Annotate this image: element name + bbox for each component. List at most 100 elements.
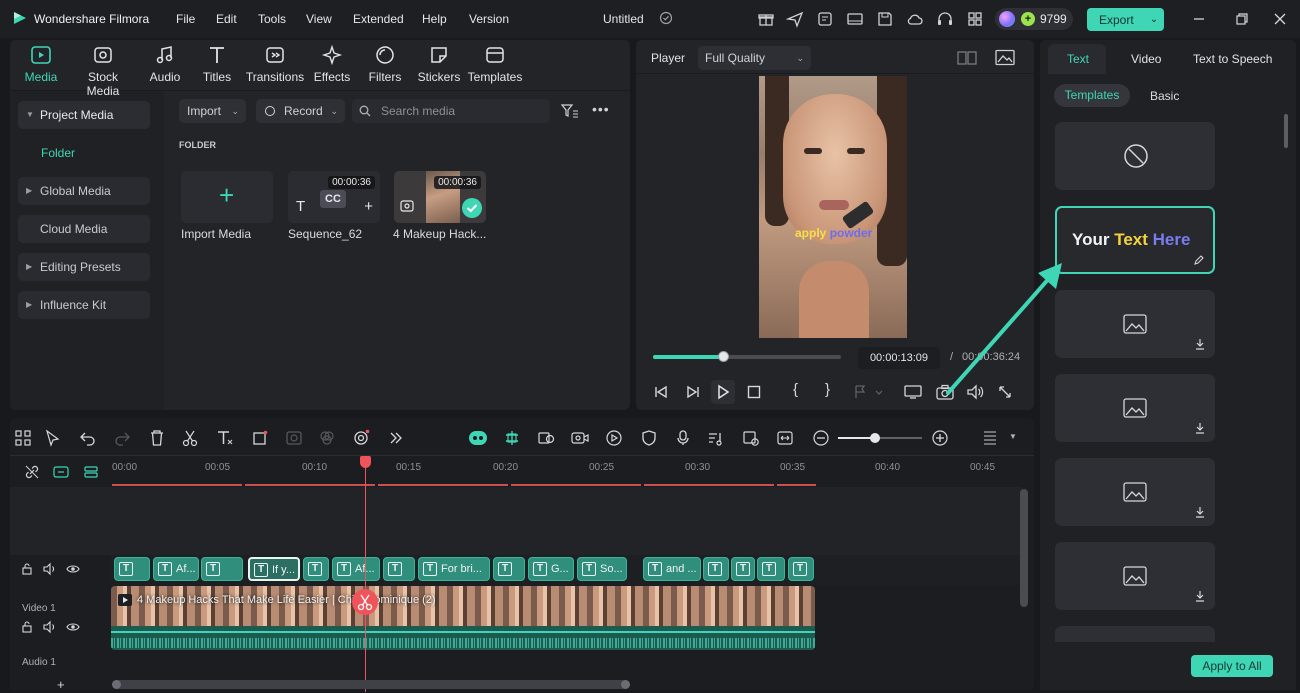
volume-icon[interactable] xyxy=(43,562,57,576)
crop-icon[interactable] xyxy=(251,429,269,447)
menu-file[interactable]: File xyxy=(176,12,195,26)
menu-extended[interactable]: Extended xyxy=(353,12,404,26)
title-clip[interactable]: T Af... xyxy=(153,557,199,581)
sidebar-item-influence-kit[interactable]: ▶ Influence Kit xyxy=(18,291,150,319)
shield-icon[interactable] xyxy=(640,429,658,447)
scroll-start-handle[interactable] xyxy=(112,680,121,689)
snap-magnet-icon[interactable] xyxy=(503,429,521,447)
tab-templates[interactable]: Templates xyxy=(464,44,526,88)
subtab-basic[interactable]: Basic xyxy=(1150,89,1179,103)
playback-progress-track[interactable] xyxy=(653,351,841,362)
quality-dropdown[interactable]: Full Quality ⌄ xyxy=(698,46,811,70)
stop-icon[interactable] xyxy=(746,384,762,400)
snapshot-image-icon[interactable] xyxy=(995,49,1015,66)
tab-text-to-speech[interactable]: Text to Speech xyxy=(1193,52,1272,66)
video-clip[interactable]: 4 Makeup Hacks That Make Life Easier | C… xyxy=(111,586,815,650)
template-your-text-here[interactable]: Your Text Here xyxy=(1055,206,1215,274)
zoom-in-icon[interactable] xyxy=(931,429,949,447)
link-toggle-icon[interactable] xyxy=(24,464,40,480)
color-match-icon[interactable] xyxy=(318,429,336,447)
subtitle-settings-icon[interactable] xyxy=(742,429,760,447)
lock-icon[interactable] xyxy=(21,563,33,575)
ai-tools-icon[interactable] xyxy=(352,429,370,447)
template-thumbnail[interactable] xyxy=(1055,542,1215,610)
tab-text[interactable]: Text xyxy=(1067,52,1089,66)
speed-icon[interactable] xyxy=(285,429,303,447)
title-clip[interactable]: T xyxy=(303,557,329,581)
sidebar-item-project-media[interactable]: ▼ Project Media xyxy=(18,101,150,129)
track-grid-icon[interactable] xyxy=(981,429,999,447)
lock-icon[interactable] xyxy=(21,621,33,633)
scissors-split-icon[interactable] xyxy=(181,429,199,447)
audio-mixer-icon[interactable] xyxy=(707,429,725,447)
add-track-plus-icon[interactable]: + xyxy=(57,677,65,692)
auto-reframe-icon[interactable] xyxy=(537,429,555,447)
eye-visibility-icon[interactable] xyxy=(66,562,80,576)
tab-filters[interactable]: Filters xyxy=(354,44,416,88)
eye-visibility-icon[interactable] xyxy=(66,620,80,634)
sidebar-item-folder[interactable]: Folder xyxy=(41,146,75,160)
display-output-icon[interactable] xyxy=(904,384,922,400)
gift-icon[interactable] xyxy=(757,10,775,28)
template-thumbnail-partial[interactable] xyxy=(1055,626,1215,642)
sequence-card[interactable]: CC T 00:00:36 + xyxy=(288,171,380,223)
tab-video[interactable]: Video xyxy=(1131,52,1161,66)
search-input[interactable]: Search media xyxy=(352,99,550,123)
layout-icon[interactable] xyxy=(846,10,864,28)
title-clip[interactable]: T For bri... xyxy=(418,557,490,581)
sidebar-item-editing-presets[interactable]: ▶ Editing Presets xyxy=(18,253,150,281)
video-card[interactable]: 00:00:36 xyxy=(394,171,486,223)
restore-icon[interactable] xyxy=(1233,10,1251,28)
timeline-vertical-scrollbar[interactable] xyxy=(1020,489,1028,607)
tab-titles[interactable]: Titles xyxy=(186,44,248,88)
download-icon[interactable] xyxy=(1195,506,1205,518)
template-thumbnail[interactable] xyxy=(1055,290,1215,358)
title-clip[interactable]: T G... xyxy=(528,557,574,581)
credits-badge[interactable]: + 9799 xyxy=(995,8,1073,30)
tab-stickers[interactable]: Stickers xyxy=(408,44,470,88)
filter-sort-icon[interactable] xyxy=(561,103,579,119)
apply-to-all-button[interactable]: Apply to All xyxy=(1191,655,1273,677)
compare-view-icon[interactable] xyxy=(957,50,977,66)
import-media-card[interactable]: + xyxy=(181,171,273,223)
tab-transitions[interactable]: Transitions xyxy=(244,44,306,88)
record-dropdown[interactable]: Record ⌄ xyxy=(256,99,345,123)
ai-assistant-icon[interactable] xyxy=(468,428,488,448)
title-clip[interactable]: T xyxy=(201,557,243,581)
tab-media[interactable]: Media xyxy=(10,44,72,88)
more-options-icon[interactable]: ••• xyxy=(592,101,610,117)
split-scissors-icon[interactable] xyxy=(352,589,378,615)
title-clip[interactable]: T xyxy=(757,557,785,581)
undo-icon[interactable] xyxy=(79,429,97,447)
previous-frame-icon[interactable] xyxy=(653,384,669,400)
caret-down-icon[interactable]: ▼ xyxy=(1009,432,1017,441)
sidebar-item-cloud-media[interactable]: Cloud Media xyxy=(18,215,150,243)
playback-scrubber-handle[interactable] xyxy=(717,351,729,362)
fit-timeline-icon[interactable] xyxy=(776,429,794,447)
title-clip[interactable]: Tand ... xyxy=(643,557,701,581)
mark-in-icon[interactable]: { xyxy=(793,381,798,398)
export-button[interactable]: Export ⌄ xyxy=(1087,8,1164,31)
select-pointer-icon[interactable] xyxy=(44,429,62,447)
motion-track-icon[interactable] xyxy=(605,429,623,447)
headset-icon[interactable] xyxy=(936,10,954,28)
sidebar-item-global-media[interactable]: ▶ Global Media xyxy=(18,177,150,205)
playhead-handle[interactable] xyxy=(360,456,371,468)
title-clip[interactable]: T xyxy=(383,557,415,581)
cloud-upload-icon[interactable] xyxy=(906,10,924,28)
feedback-icon[interactable] xyxy=(816,10,834,28)
volume-icon[interactable] xyxy=(43,620,57,634)
save-icon[interactable] xyxy=(876,10,894,28)
download-icon[interactable] xyxy=(1195,338,1205,350)
track-manager-icon[interactable] xyxy=(84,465,98,479)
title-clip[interactable]: T xyxy=(703,557,729,581)
menu-help[interactable]: Help xyxy=(422,12,447,26)
current-time-field[interactable]: 00:00:13:09 xyxy=(858,347,940,369)
template-thumbnail[interactable] xyxy=(1055,374,1215,442)
panel-scrollbar[interactable] xyxy=(1284,114,1288,148)
template-none[interactable] xyxy=(1055,122,1215,190)
send-icon[interactable] xyxy=(786,10,804,28)
record-voice-icon[interactable] xyxy=(571,429,589,447)
timeline-horizontal-scrollbar[interactable] xyxy=(112,680,630,689)
layout-grid-icon[interactable] xyxy=(14,429,32,447)
